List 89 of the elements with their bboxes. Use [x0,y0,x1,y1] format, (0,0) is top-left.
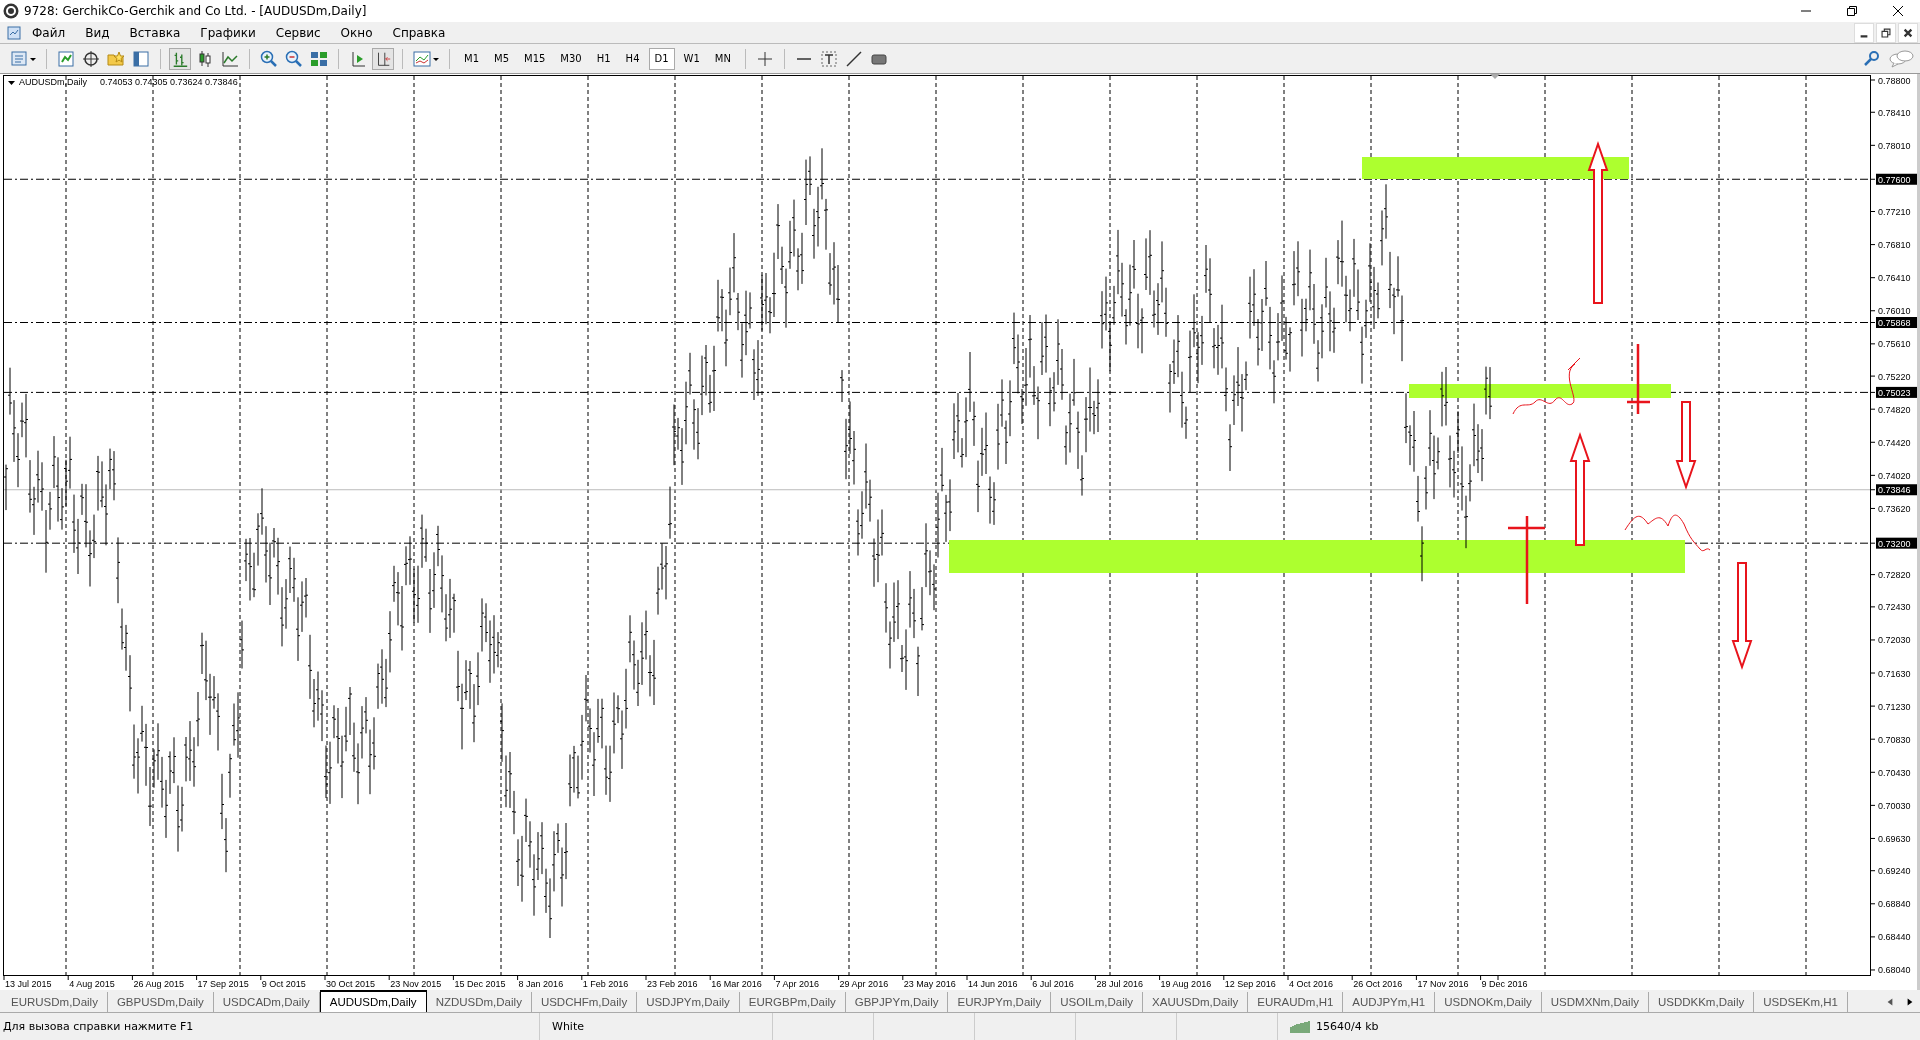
document-icon[interactable] [6,24,22,41]
date-label: 4 Oct 2016 [1289,979,1334,989]
date-label: 26 Oct 2016 [1353,979,1403,989]
price-label: 0.77210 [1878,207,1911,217]
date-label: 23 Feb 2016 [647,979,698,989]
price-label: 0.76010 [1878,306,1911,317]
menu-item[interactable]: Сервис [265,25,331,40]
price-label: 0.75220 [1878,371,1911,382]
price-label: 0.72030 [1878,635,1911,646]
timeframe-button[interactable]: MN [708,47,737,70]
price-label: 0.76810 [1878,240,1911,251]
app-logo-icon [3,3,19,19]
menu-item[interactable]: Файл [22,25,76,40]
price-label: 0.75610 [1878,339,1911,350]
date-label: 9 Oct 2015 [261,979,306,989]
price-label: 0.73620 [1878,503,1911,514]
timeframe-button[interactable]: M30 [554,47,588,70]
price-label: 0.70830 [1878,734,1911,745]
price-label: 0.68040 [1878,965,1911,976]
date-label: 23 Nov 2015 [390,979,442,989]
date-label: 29 Apr 2016 [839,979,889,989]
chart-symbol: AUDUSDm,Daily [19,77,87,87]
date-label: 7 Apr 2016 [775,979,819,989]
price-label: 0.78800 [1878,75,1911,86]
menu-item[interactable]: Графики [190,25,266,40]
restore-icon[interactable] [1846,5,1858,17]
price-label: 0.71630 [1878,668,1911,679]
menu-item[interactable]: Справка [382,25,456,40]
date-label: 23 May 2016 [903,979,956,989]
minimize-icon[interactable] [1854,22,1874,43]
window-title: 9728: GerchikCo-Gerchik and Co Ltd. - [AUDUSDm,Daily] [24,4,367,18]
date-label: 13 Jul 2015 [5,979,52,989]
price-label: 0.78010 [1878,140,1911,151]
status-traffic: 15640/4 kb [1316,1019,1379,1035]
timeframe-button[interactable]: M1 [458,47,485,70]
price-label: 0.76410 [1878,273,1911,284]
date-label: 30 Oct 2015 [326,979,376,989]
date-label: 4 Aug 2015 [69,979,115,989]
date-label: 8 Jan 2016 [518,979,564,989]
close-icon[interactable] [1892,5,1904,17]
chart-quote: 0.74053 0.74305 0.73624 0.73846 [100,77,238,87]
timeframe-button[interactable]: M15 [518,47,552,70]
price-label: 0.73846 [1878,485,1911,496]
shift-marker-icon[interactable] [1490,74,1500,79]
chart-tab[interactable]: AUDUSDm,Daily [319,990,427,1012]
timeframe-button[interactable]: D1 [648,47,675,70]
price-label: 0.71230 [1878,701,1911,712]
price-label: 0.70030 [1878,800,1911,811]
hand-drawn-line [1512,357,1581,415]
price-label: 0.74420 [1878,437,1911,448]
date-label: 1 Feb 2016 [582,979,629,989]
price-label: 0.72820 [1878,570,1911,581]
date-label: 28 Jul 2016 [1096,979,1143,989]
status-template: White [540,1013,773,1040]
date-label: 17 Nov 2016 [1417,979,1469,989]
price-label: 0.68440 [1878,932,1911,943]
price-label: 0.68840 [1878,899,1911,910]
timeframe-button[interactable]: H4 [619,47,646,70]
price-label: 0.73200 [1878,538,1911,549]
date-label: 12 Sep 2016 [1224,979,1276,989]
timeframe-button[interactable]: M5 [488,47,515,70]
status-help-text: Для вызова справки нажмите F1 [0,1013,540,1040]
date-label: 14 Jun 2016 [968,979,1018,989]
price-label: 0.77600 [1878,174,1911,185]
date-label: 26 Aug 2015 [133,979,184,989]
date-label: 19 Aug 2016 [1160,979,1212,989]
connection-bars-icon [1290,1020,1312,1033]
price-label: 0.78410 [1878,107,1911,118]
menu-item[interactable]: Окно [330,25,383,40]
date-label: 15 Dec 2015 [454,979,506,989]
price-label: 0.72430 [1878,602,1911,613]
price-label: 0.75023 [1878,387,1911,398]
price-label: 0.74020 [1878,470,1911,481]
price-label: 0.69630 [1878,833,1911,844]
collapse-icon[interactable] [8,81,15,85]
price-label: 0.69240 [1878,866,1911,877]
price-label: 0.70430 [1878,767,1911,778]
date-label: 6 Jul 2016 [1032,979,1074,989]
menu-item[interactable]: Вставка [119,25,191,40]
price-label: 0.74820 [1878,404,1911,415]
timeframe-button[interactable]: H1 [590,47,617,70]
date-label: 17 Sep 2015 [197,979,249,989]
menu-item[interactable]: Вид [75,25,120,40]
bar-chart-icon[interactable] [169,47,191,70]
autoscroll-icon[interactable] [372,47,394,70]
price-label: 0.75868 [1878,318,1911,328]
date-label: 9 Dec 2016 [1481,979,1528,989]
date-label: 16 Mar 2016 [711,979,762,989]
timeframe-button[interactable]: W1 [677,47,706,70]
